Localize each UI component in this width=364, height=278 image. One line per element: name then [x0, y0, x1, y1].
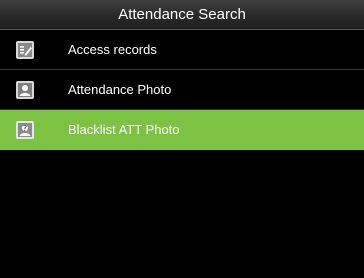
page-title: Attendance Search [0, 0, 364, 30]
menu-item-blacklist-att-photo[interactable]: ? Blacklist ATT Photo [0, 110, 364, 150]
menu-item-label: Attendance Photo [68, 82, 172, 97]
menu-item-attendance-photo[interactable]: Attendance Photo [0, 70, 364, 110]
menu-item-label: Blacklist ATT Photo [68, 122, 180, 137]
menu-list: Access records Attendance Photo ? Blackl… [0, 30, 364, 150]
attendance-search-screen: Attendance Search Access records Attenda… [0, 0, 364, 278]
menu-item-label: Access records [68, 42, 157, 57]
svg-text:?: ? [23, 124, 27, 133]
menu-item-access-records[interactable]: Access records [0, 30, 364, 70]
blacklist-photo-icon: ? [15, 120, 35, 140]
photo-icon [15, 80, 35, 100]
records-icon [15, 40, 35, 60]
